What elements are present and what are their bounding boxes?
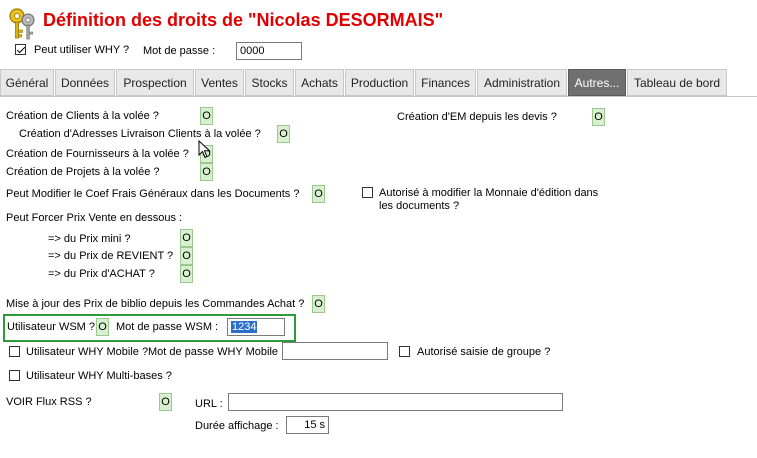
creation-projets-label: Création de Projets à la volée ? — [6, 166, 160, 178]
autorise-monnaie-checkbox[interactable] — [362, 187, 373, 198]
tab-bar: Général Données Prospection Ventes Stock… — [0, 69, 757, 97]
utilisateur-mobile-label: Utilisateur WHY Mobile ? — [26, 346, 149, 358]
mdp-wsm-input[interactable]: 1234 — [227, 318, 285, 336]
utilisateur-mobile-checkbox[interactable] — [9, 346, 20, 357]
forcer-prix-label: Peut Forcer Prix Vente en dessous : — [6, 212, 183, 224]
modifier-coef-toggle[interactable]: O — [312, 185, 325, 203]
peut-utiliser-why-label: Peut utiliser WHY ? — [34, 44, 130, 56]
autorise-monnaie-label-line1: Autorisé à modifier la Monnaie d'édition… — [379, 187, 599, 199]
peut-utiliser-why-checkbox[interactable] — [15, 44, 26, 55]
voir-rss-toggle[interactable]: O — [159, 393, 172, 411]
tab-production[interactable]: Production — [345, 69, 414, 96]
mdp-wsm-label: Mot de passe WSM : — [116, 321, 219, 333]
tab-autres[interactable]: Autres... — [568, 69, 626, 96]
page-title: Définition des droits de "Nicolas DESORM… — [43, 10, 444, 30]
tab-administration[interactable]: Administration — [477, 69, 567, 96]
creation-adresses-label: Création d'Adresses Livraison Clients à … — [19, 128, 261, 140]
tab-finances[interactable]: Finances — [415, 69, 476, 96]
multi-bases-checkbox[interactable] — [9, 370, 20, 381]
modifier-coef-label: Peut Modifier le Coef Frais Généraux dan… — [6, 188, 300, 200]
tab-prospection[interactable]: Prospection — [116, 69, 194, 96]
prix-achat-toggle[interactable]: O — [180, 265, 193, 283]
mdp-mobile-input[interactable] — [282, 342, 388, 360]
keys-icon — [9, 8, 35, 40]
tab-donnees[interactable]: Données — [55, 69, 115, 96]
prix-mini-toggle[interactable]: O — [180, 229, 193, 247]
mdp-mobile-label: Mot de passe WHY Mobile : — [148, 346, 285, 358]
creation-fournisseurs-label: Création de Fournisseurs à la volée ? — [6, 148, 189, 160]
duree-input[interactable]: 15 s — [286, 416, 329, 434]
saisie-groupe-checkbox[interactable] — [399, 346, 410, 357]
tab-stocks[interactable]: Stocks — [245, 69, 294, 96]
creation-em-toggle[interactable]: O — [592, 108, 605, 126]
tab-achats[interactable]: Achats — [295, 69, 344, 96]
multi-bases-label: Utilisateur WHY Multi-bases ? — [26, 370, 172, 382]
tab-general[interactable]: Général — [0, 69, 54, 96]
creation-adresses-toggle[interactable]: O — [277, 125, 290, 143]
tab-tableau-de-bord[interactable]: Tableau de bord — [627, 69, 727, 96]
mot-de-passe-label: Mot de passe : — [143, 45, 216, 57]
autorise-monnaie-label-line2: les documents ? — [379, 200, 460, 212]
creation-clients-toggle[interactable]: O — [200, 107, 213, 125]
utilisateur-wsm-toggle[interactable]: O — [96, 318, 109, 336]
prix-achat-label: => du Prix d'ACHAT ? — [48, 268, 155, 280]
mdp-wsm-value: 1234 — [231, 321, 258, 333]
mouse-cursor-icon — [198, 140, 211, 159]
creation-clients-label: Création de Clients à la volée ? — [6, 110, 159, 122]
saisie-groupe-label: Autorisé saisie de groupe ? — [417, 346, 551, 358]
url-label: URL : — [195, 398, 223, 410]
maj-prix-label: Mise à jour des Prix de biblio depuis le… — [6, 298, 305, 310]
url-input[interactable] — [228, 393, 563, 411]
prix-revient-toggle[interactable]: O — [180, 247, 193, 265]
prix-revient-label: => du Prix de REVIENT ? — [48, 250, 174, 262]
mot-de-passe-input[interactable]: 0000 — [236, 42, 302, 60]
duree-label: Durée affichage : — [195, 420, 279, 432]
voir-rss-label: VOIR Flux RSS ? — [6, 396, 92, 408]
tab-ventes[interactable]: Ventes — [195, 69, 244, 96]
creation-em-label: Création d'EM depuis les devis ? — [397, 111, 557, 123]
utilisateur-wsm-label: Utilisateur WSM ? — [7, 321, 96, 333]
maj-prix-toggle[interactable]: O — [312, 295, 325, 313]
creation-projets-toggle[interactable]: O — [200, 163, 213, 181]
prix-mini-label: => du Prix mini ? — [48, 233, 131, 245]
